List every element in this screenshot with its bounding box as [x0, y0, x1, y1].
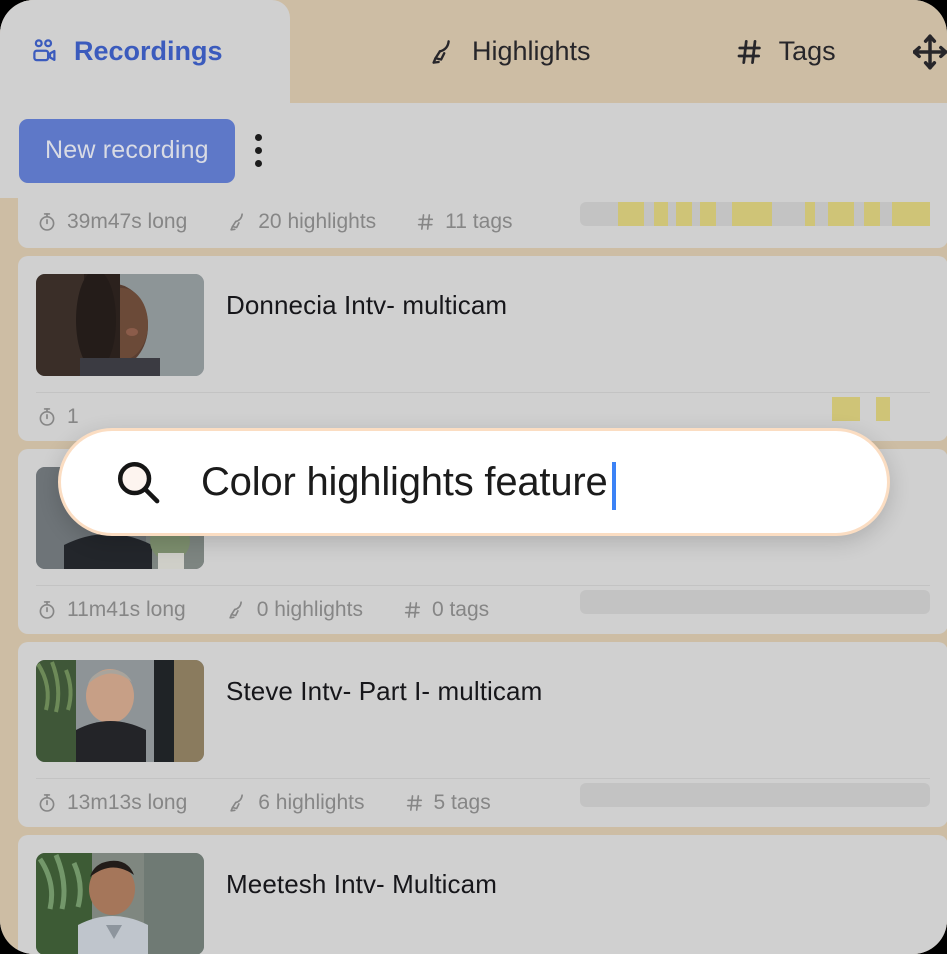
meta-highlights: 0 highlights	[226, 598, 363, 622]
tab-tags[interactable]: Tags	[705, 0, 862, 103]
more-vertical-icon[interactable]	[235, 119, 283, 183]
highlighter-pen-icon	[227, 792, 249, 814]
search-input-value: Color highlights feature	[201, 459, 608, 504]
recording-meta: 11m41s long 0 highlights 0 tags	[18, 586, 947, 634]
recording-thumbnail[interactable]	[36, 274, 204, 376]
recording-title: Steve Intv- Part I- multicam	[226, 676, 543, 706]
highlighter-pen-icon	[227, 211, 249, 233]
recording-title: Donnecia Intv- multicam	[226, 290, 508, 320]
meta-tags: 11 tags	[416, 210, 513, 234]
meta-highlights-label: 6 highlights	[258, 791, 365, 814]
recording-meta: 13m13s long 6 highlights 5 tags	[18, 779, 947, 827]
list-item[interactable]: Meetesh Intv- Multicam	[18, 835, 947, 954]
meta-duration-label: 1	[67, 405, 79, 428]
timeline-track	[580, 590, 930, 614]
tab-highlights[interactable]: Highlights	[398, 0, 617, 103]
recording-thumbnail[interactable]	[36, 853, 204, 954]
meta-tags-label: 5 tags	[433, 791, 491, 814]
meta-tags: 0 tags	[403, 598, 489, 622]
tab-recordings[interactable]: Recordings	[0, 0, 290, 103]
timeline-segment	[876, 397, 890, 421]
meta-duration: 13m13s long	[36, 791, 187, 815]
search-icon	[111, 455, 165, 509]
timeline-segment	[864, 202, 880, 226]
highlights-timeline[interactable]	[580, 397, 930, 421]
tab-move-handle[interactable]	[913, 0, 947, 103]
kebab-dot	[255, 147, 263, 154]
stopwatch-icon	[36, 406, 58, 428]
toolbar: New recording	[0, 103, 947, 198]
tab-recordings-label: Recordings	[74, 36, 223, 66]
meta-duration-label: 13m13s long	[67, 791, 188, 814]
meta-highlights: 6 highlights	[227, 791, 365, 815]
list-item[interactable]: Steve Intv- Part I- multicam 13m13s long	[18, 642, 947, 827]
move-arrows-icon	[913, 31, 947, 73]
timeline-segment	[832, 397, 860, 421]
search-input[interactable]: Color highlights feature	[201, 458, 616, 510]
list-item[interactable]: Donnecia Intv- multicam 1	[18, 256, 947, 441]
recording-header: Meetesh Intv- Multicam	[18, 835, 947, 954]
new-recording-button[interactable]: New recording	[19, 118, 235, 183]
recordings-list[interactable]: 39m47s long 20 highlights 11 tags Donnec…	[0, 198, 947, 954]
search-overlay[interactable]: Color highlights feature	[58, 428, 890, 536]
recording-title: Meetesh Intv- Multicam	[226, 869, 497, 899]
timeline-segment	[828, 202, 854, 226]
kebab-dot	[255, 134, 263, 141]
recording-meta: 39m47s long 20 highlights 11 tags	[18, 198, 947, 248]
meta-tags-label: 11 tags	[445, 210, 513, 233]
meta-highlights-label: 0 highlights	[256, 598, 363, 621]
tab-bar-spacer	[862, 0, 913, 103]
timeline-segment	[676, 202, 692, 226]
meta-tags-label: 0 tags	[431, 598, 490, 621]
meta-tags: 5 tags	[405, 791, 491, 815]
highlights-timeline[interactable]	[580, 590, 930, 614]
meta-duration: 39m47s long	[36, 210, 187, 234]
timeline-segment	[892, 202, 930, 226]
highlights-timeline[interactable]	[580, 202, 930, 226]
recordings-video-group-icon	[30, 37, 60, 67]
meta-highlights-label: 20 highlights	[258, 210, 377, 233]
tab-highlights-label: Highlights	[472, 36, 591, 66]
stopwatch-icon	[36, 599, 58, 621]
highlighter-pen-icon	[226, 599, 248, 621]
hash-icon	[735, 37, 765, 67]
recording-thumbnail[interactable]	[36, 660, 204, 762]
tab-bar: Recordings Highlights Tags	[0, 0, 947, 103]
tab-tags-label: Tags	[778, 36, 836, 66]
meta-highlights: 20 highlights	[227, 210, 376, 234]
recording-header: Steve Intv- Part I- multicam	[18, 642, 947, 778]
meta-duration: 11m41s long	[36, 598, 186, 622]
meta-duration-label: 11m41s long	[67, 598, 186, 621]
hash-icon	[416, 212, 436, 232]
highlighter-pen-icon	[428, 37, 458, 67]
kebab-dot	[255, 160, 263, 167]
meta-duration: 1	[36, 405, 79, 429]
timeline-segment	[654, 202, 668, 226]
stopwatch-icon	[36, 211, 58, 233]
timeline-segment	[805, 202, 815, 226]
text-cursor	[611, 462, 616, 510]
recording-header: Donnecia Intv- multicam	[18, 256, 947, 392]
timeline-track	[580, 783, 930, 807]
hash-icon	[403, 600, 423, 620]
timeline-segment	[700, 202, 716, 226]
timeline-segment	[618, 202, 644, 226]
app-window: Recordings Highlights Tags New recording…	[0, 0, 947, 954]
meta-duration-label: 39m47s long	[67, 210, 188, 233]
timeline-segment	[732, 202, 772, 226]
list-item[interactable]: 39m47s long 20 highlights 11 tags	[18, 198, 947, 248]
hash-icon	[405, 793, 425, 813]
highlights-timeline[interactable]	[580, 783, 930, 807]
stopwatch-icon	[36, 792, 58, 814]
